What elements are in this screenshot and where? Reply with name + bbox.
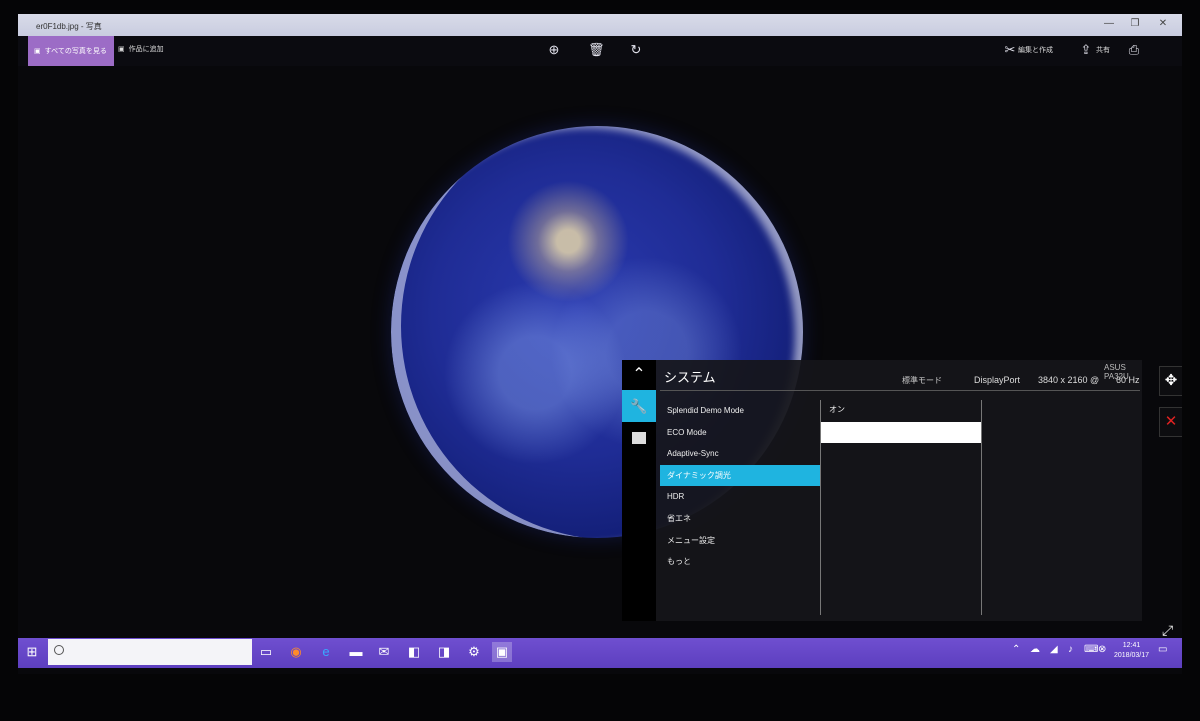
search-icon — [54, 645, 64, 655]
volume-icon[interactable]: ♪ — [1068, 644, 1073, 655]
shortcut-icon[interactable] — [632, 432, 646, 444]
trash-icon[interactable]: 🗑 — [588, 42, 605, 58]
ime-icon[interactable]: ⊗ — [1098, 644, 1106, 655]
osd-submenu: オン — [820, 400, 982, 615]
osd-section-title: システム — [664, 370, 716, 385]
store-icon[interactable]: ◨ — [434, 642, 454, 662]
clock-date: 2018/03/17 — [1114, 652, 1150, 659]
printer-icon[interactable]: ⎙ — [1126, 42, 1142, 58]
osd-menu-list: Splendid Demo Mode ECO Mode Adaptive-Syn… — [660, 400, 820, 573]
share-icon[interactable]: ⇪ — [1078, 42, 1094, 58]
photos-app-icon[interactable]: ▣ — [492, 642, 512, 662]
zoom-in-icon[interactable]: ⊕ — [546, 42, 562, 58]
osd-menu-item[interactable]: Splendid Demo Mode — [660, 400, 820, 422]
monitor-osd-menu: ⌃ 🔧 システム 標準モード DisplayPort 3840 x 2160 @… — [622, 360, 1142, 621]
clock-time: 12:41 — [1122, 642, 1141, 649]
taskbar-search-input[interactable] — [48, 639, 252, 665]
rotate-icon[interactable]: ↻ — [628, 42, 644, 58]
see-all-photos-button[interactable]: ▣ すべての写真を見る — [28, 36, 114, 66]
add-creation-icon: ▣ — [118, 46, 125, 53]
chevron-up-icon[interactable]: ⌃ — [622, 360, 656, 390]
osd-category-bar: ⌃ 🔧 — [622, 360, 656, 621]
osd-resolution: 3840 x 2160 @ — [1038, 375, 1100, 385]
osd-menu-item[interactable]: Adaptive-Sync — [660, 443, 820, 465]
photos-icon: ▣ — [34, 48, 41, 55]
maximize-button[interactable]: ❐ — [1128, 18, 1142, 30]
see-all-photos-label: すべての写真を見る — [44, 48, 107, 55]
command-bar: ▣ すべての写真を見る ▣ 作品に追加 ⊕ 🗑 ↻ ✂ 編集と作成 ⇪ 共有 ⎙ — [18, 36, 1182, 66]
share-button[interactable]: 共有 — [1096, 45, 1110, 55]
wrench-icon[interactable]: 🔧 — [622, 390, 656, 422]
mail-icon[interactable]: ✉ — [374, 642, 394, 662]
title-bar: er0F1db.jpg - 写真 — ❐ ✕ — [18, 14, 1182, 36]
add-to-creation-label: 作品に追加 — [128, 46, 164, 53]
task-view-icon[interactable]: ▭ — [256, 642, 276, 662]
add-to-creation-button[interactable]: ▣ 作品に追加 — [118, 44, 164, 54]
close-osd-icon[interactable]: ✕ — [1159, 407, 1182, 437]
chevron-up-tray-icon[interactable]: ⌃ — [1012, 644, 1020, 655]
osd-input-label: DisplayPort — [974, 375, 1021, 385]
osd-submenu-option-on[interactable]: オン — [821, 400, 981, 420]
file-explorer-icon[interactable]: ▬ — [346, 642, 366, 662]
osd-menu-item[interactable]: HDR — [660, 486, 820, 508]
taskbar: ⊞ ▭ ◉ e ▬ ✉ ◧ ◨ ⚙ ▣ ⌃ ☁ ◢ ♪ ⌨ ⊗ 12:41 20… — [18, 638, 1182, 668]
taskbar-clock[interactable]: 12:41 2018/03/17 — [1114, 641, 1149, 661]
windows-start-icon[interactable]: ⊞ — [24, 644, 40, 660]
move-icon[interactable]: ✥ — [1159, 366, 1182, 396]
osd-submenu-option-selected[interactable] — [821, 422, 981, 443]
cloud-icon[interactable]: ☁ — [1030, 644, 1040, 655]
expand-icon[interactable]: ⤢ — [1162, 622, 1173, 639]
notification-icon[interactable]: ▭ — [1158, 644, 1167, 655]
keyboard-icon[interactable]: ⌨ — [1084, 644, 1098, 655]
osd-menu-item-selected[interactable]: ダイナミック調光 — [660, 464, 820, 487]
minimize-button[interactable]: — — [1102, 18, 1116, 30]
osd-mode-label: 標準モード — [902, 376, 942, 385]
osd-menu-item[interactable]: メニュー設定 — [660, 530, 820, 552]
osd-menu-item[interactable]: もっと — [660, 551, 820, 573]
edit-create-icon[interactable]: ✂ — [1002, 42, 1018, 58]
firefox-icon[interactable]: ◉ — [286, 642, 306, 662]
network-icon[interactable]: ◢ — [1050, 644, 1058, 655]
osd-model-name: ASUS PA32U — [1104, 363, 1129, 381]
window-title: er0F1db.jpg - 写真 — [36, 22, 102, 31]
monitor-screen: er0F1db.jpg - 写真 — ❐ ✕ ▣ すべての写真を見る ▣ 作品に… — [18, 14, 1182, 674]
osd-menu-item[interactable]: 省エネ — [660, 508, 820, 530]
edit-create-button[interactable]: 編集と作成 — [1018, 45, 1053, 55]
close-button[interactable]: ✕ — [1156, 18, 1170, 30]
osd-header: システム 標準モード DisplayPort 3840 x 2160 @ 60 … — [660, 360, 1140, 391]
app-icon[interactable]: ◧ — [404, 642, 424, 662]
edge-icon[interactable]: e — [316, 642, 336, 662]
osd-menu-item[interactable]: ECO Mode — [660, 422, 820, 444]
settings-gear-icon[interactable]: ⚙ — [464, 642, 484, 662]
